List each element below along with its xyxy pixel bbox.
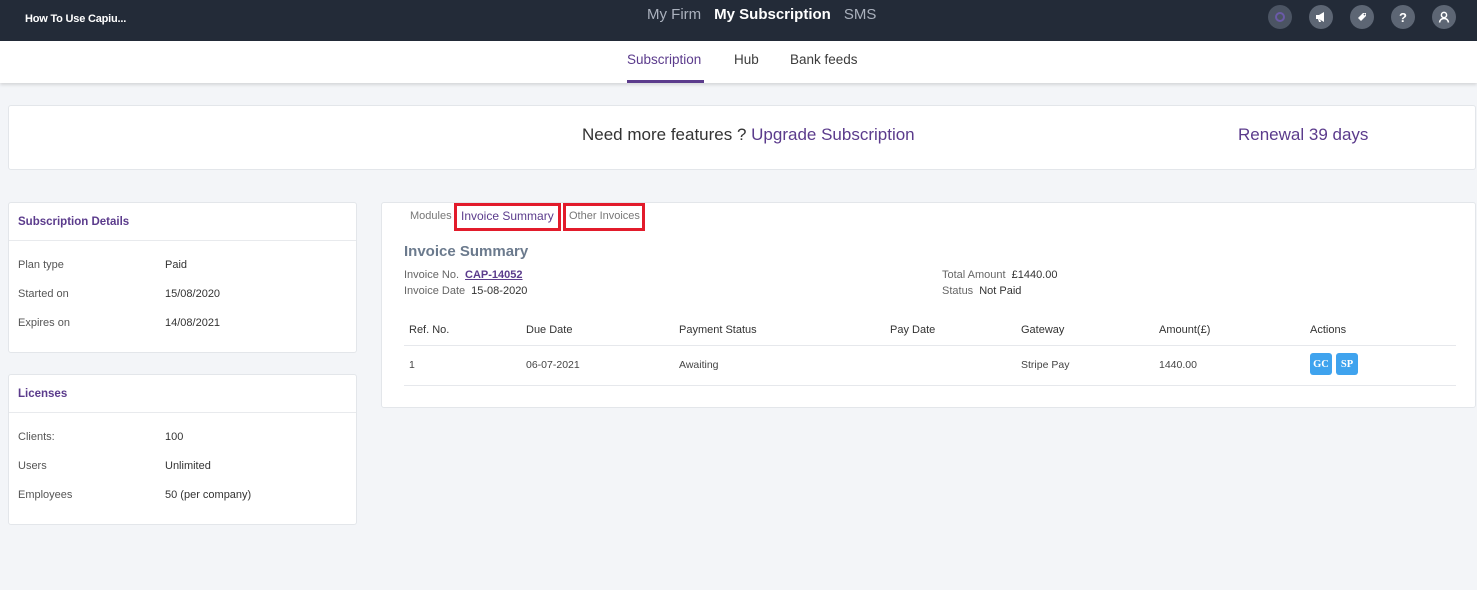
invoice-panel: Modules Invoice Summary Other Invoices I… [381,202,1476,408]
status-row: Status Not Paid [942,285,1021,297]
license-value: 100 [165,431,184,443]
column-header: Gateway [1021,324,1065,336]
cell-payment-status: Awaiting [679,359,719,371]
column-header: Pay Date [890,324,936,336]
column-header: Ref. No. [409,324,450,336]
table-header-row: Ref. No. Due Date Payment Status Pay Dat… [404,315,1456,346]
detail-label: Plan type [18,259,64,271]
licenses-heading: Licenses [9,375,356,413]
total-amount-label: Total Amount [942,269,1006,281]
highlight-box-invoice-summary [454,203,561,231]
total-amount-value: £1440.00 [1011,269,1058,281]
invoice-table: Ref. No. Due Date Payment Status Pay Dat… [404,315,1456,386]
cell-gateway: Stripe Pay [1021,359,1070,371]
detail-value: 15/08/2020 [165,288,221,300]
invoice-number-row: Invoice No. CAP-14052 [404,269,523,281]
detail-label: Started on [18,288,69,300]
invoice-date-value: 15-08-2020 [471,285,528,297]
licenses-card: Licenses Clients: 100 Users Unlimited Em… [8,374,357,525]
column-header: Due Date [526,324,573,336]
renewal-countdown: Renewal 39 days [1238,125,1369,144]
cell-ref-no: 1 [409,359,415,371]
status-value: Not Paid [979,285,1022,297]
detail-value: 14/08/2021 [165,317,221,329]
tab-hub[interactable]: Hub [734,52,759,67]
nav-sms[interactable]: SMS [844,6,877,23]
upgrade-prompt: Need more features ? Upgrade Subscriptio… [582,125,915,145]
invoice-date-row: Invoice Date 15-08-2020 [404,285,527,297]
tab-subscription[interactable]: Subscription [627,52,701,67]
upgrade-banner: Need more features ? Upgrade Subscriptio… [8,105,1476,170]
cell-due-date: 06-07-2021 [526,359,580,371]
invoice-number-link[interactable]: CAP-14052 [465,269,522,281]
detail-value: Paid [165,259,188,271]
status-label: Status [942,285,974,297]
tab-bank-feeds[interactable]: Bank feeds [790,52,858,67]
license-label: Clients: [18,431,55,443]
license-label: Employees [18,489,73,501]
column-header: Amount(£) [1159,324,1211,336]
license-label: Users [18,460,47,472]
app-title[interactable]: How To Use Capiu... [25,13,126,25]
invoice-date-label: Invoice Date [404,285,466,297]
user-icon[interactable] [1432,5,1456,29]
cell-amount: 1440.00 [1159,359,1197,371]
license-value: 50 (per company) [165,489,252,501]
license-value: Unlimited [165,460,211,472]
total-amount-row: Total Amount £1440.00 [942,269,1057,281]
highlight-box-other-invoices [563,203,645,231]
subscription-details-heading: Subscription Details [9,203,356,241]
subscription-details-card: Subscription Details Plan type Paid Star… [8,202,357,353]
detail-label: Expires on [18,317,70,329]
table-row: 1 06-07-2021 Awaiting Stripe Pay 1440.00… [404,346,1456,386]
nav-my-subscription[interactable]: My Subscription [714,6,831,23]
status-dot-icon[interactable] [1268,5,1292,29]
nav-my-firm[interactable]: My Firm [647,6,701,23]
active-tab-indicator [627,80,704,83]
help-icon[interactable]: ? [1391,5,1415,29]
invoice-number-label: Invoice No. [404,269,460,281]
column-header: Actions [1310,324,1347,336]
tab-modules[interactable]: Modules [410,210,452,222]
megaphone-icon[interactable] [1309,5,1333,29]
top-bar: How To Use Capiu... My Firm My Subscript… [0,0,1477,41]
sub-nav: Subscription Hub Bank feeds [0,41,1477,83]
column-header: Payment Status [679,324,757,336]
top-icons: ? [1268,5,1456,29]
gocardless-pay-button[interactable]: GC [1310,353,1332,375]
tag-icon[interactable] [1350,5,1374,29]
invoice-summary-title: Invoice Summary [404,243,529,260]
top-nav: My Firm My Subscription SMS [647,6,876,23]
upgrade-question: Need more features ? [582,125,752,144]
stripe-pay-button[interactable]: SP [1336,353,1358,375]
upgrade-subscription-link[interactable]: Upgrade Subscription [751,125,914,144]
